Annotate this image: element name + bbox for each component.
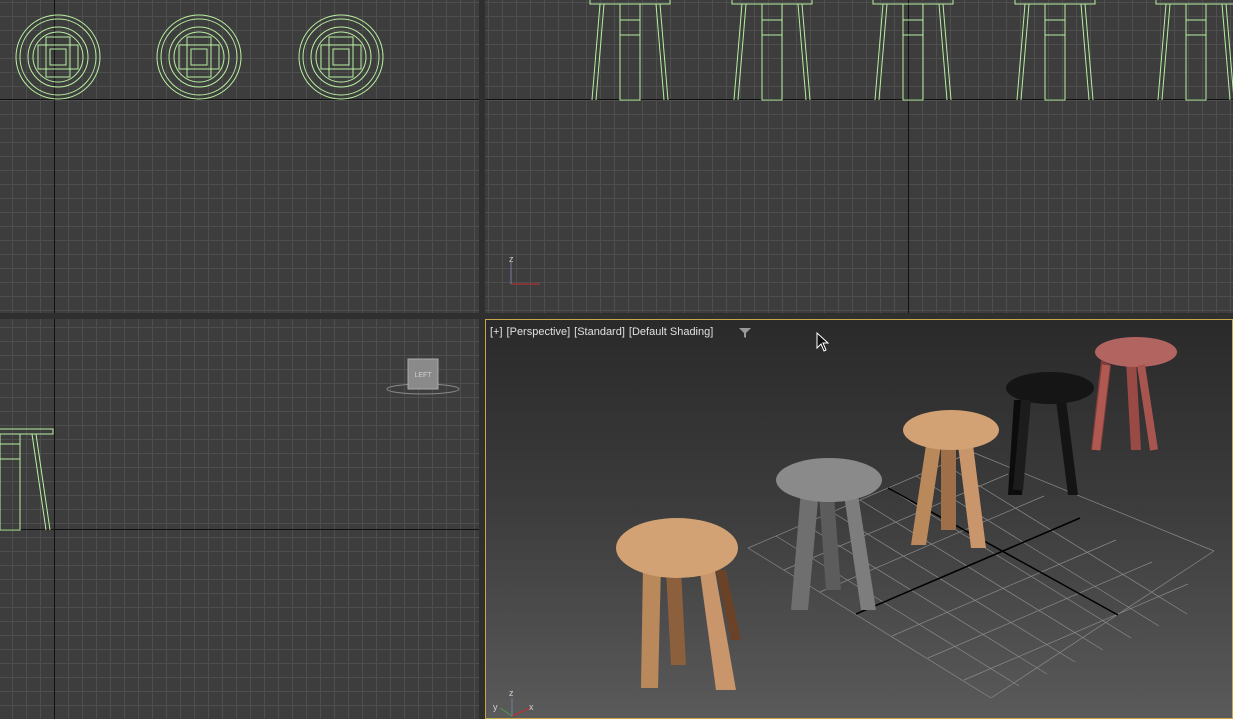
viewport-point-of-view-menu[interactable]: [Perspective] bbox=[507, 326, 571, 338]
front-view-wireframes: z bbox=[509, 0, 1233, 285]
top-view-wireframes bbox=[15, 14, 384, 100]
stool-top-wireframe-1 bbox=[15, 14, 101, 100]
stool-gray bbox=[776, 458, 882, 610]
stool-tan-back bbox=[903, 410, 999, 548]
viewport-front[interactable]: z bbox=[485, 0, 1233, 313]
perspective-scene: x z y bbox=[493, 337, 1215, 717]
stool-front-wireframe-4 bbox=[1014, 0, 1096, 101]
viewport-top[interactable] bbox=[0, 0, 479, 313]
stool-front-wireframe-2 bbox=[731, 0, 813, 101]
stool-top-wireframe-3 bbox=[298, 14, 384, 100]
stool-tan-front bbox=[616, 518, 741, 690]
stool-front-wireframe-3 bbox=[872, 0, 954, 101]
viewport-shading-menu[interactable]: [Default Shading] bbox=[629, 326, 713, 338]
tripod-x-label: x bbox=[529, 702, 534, 712]
viewport-divider-horizontal[interactable] bbox=[0, 313, 1233, 319]
tripod-y-label: y bbox=[493, 702, 498, 712]
viewport-general-menu[interactable]: [+] bbox=[490, 326, 503, 338]
axis-tripod-perspective: x z y bbox=[493, 688, 534, 717]
stool-front-wireframe-1 bbox=[589, 0, 671, 101]
stool-front-wireframe-5 bbox=[1155, 0, 1233, 101]
axis-tripod-front: z bbox=[509, 254, 540, 285]
stool-top-wireframe-2 bbox=[156, 14, 242, 100]
viewport-left[interactable]: LEFT bbox=[0, 319, 479, 719]
mouse-pointer-icon bbox=[816, 332, 830, 352]
viewport-standard-menu[interactable]: [Standard] bbox=[574, 326, 625, 338]
stool-left-wireframe bbox=[0, 428, 54, 531]
tripod-z-label: z bbox=[509, 688, 514, 698]
world-axes bbox=[855, 487, 1119, 616]
filter-icon[interactable] bbox=[738, 327, 752, 339]
viewport-divider-vertical[interactable] bbox=[479, 0, 485, 719]
viewcube[interactable]: LEFT bbox=[385, 357, 463, 397]
stool-red bbox=[1091, 337, 1177, 451]
viewport-label-menu: [+] [Perspective] [Standard] [Default Shadi… bbox=[490, 326, 717, 338]
viewcube-face-label: LEFT bbox=[414, 372, 432, 379]
stool-black bbox=[1006, 372, 1094, 495]
viewport-perspective[interactable]: x z y [+] [Perspective] [Standard] [Default… bbox=[485, 319, 1233, 719]
tripod-z-label: z bbox=[509, 254, 514, 264]
